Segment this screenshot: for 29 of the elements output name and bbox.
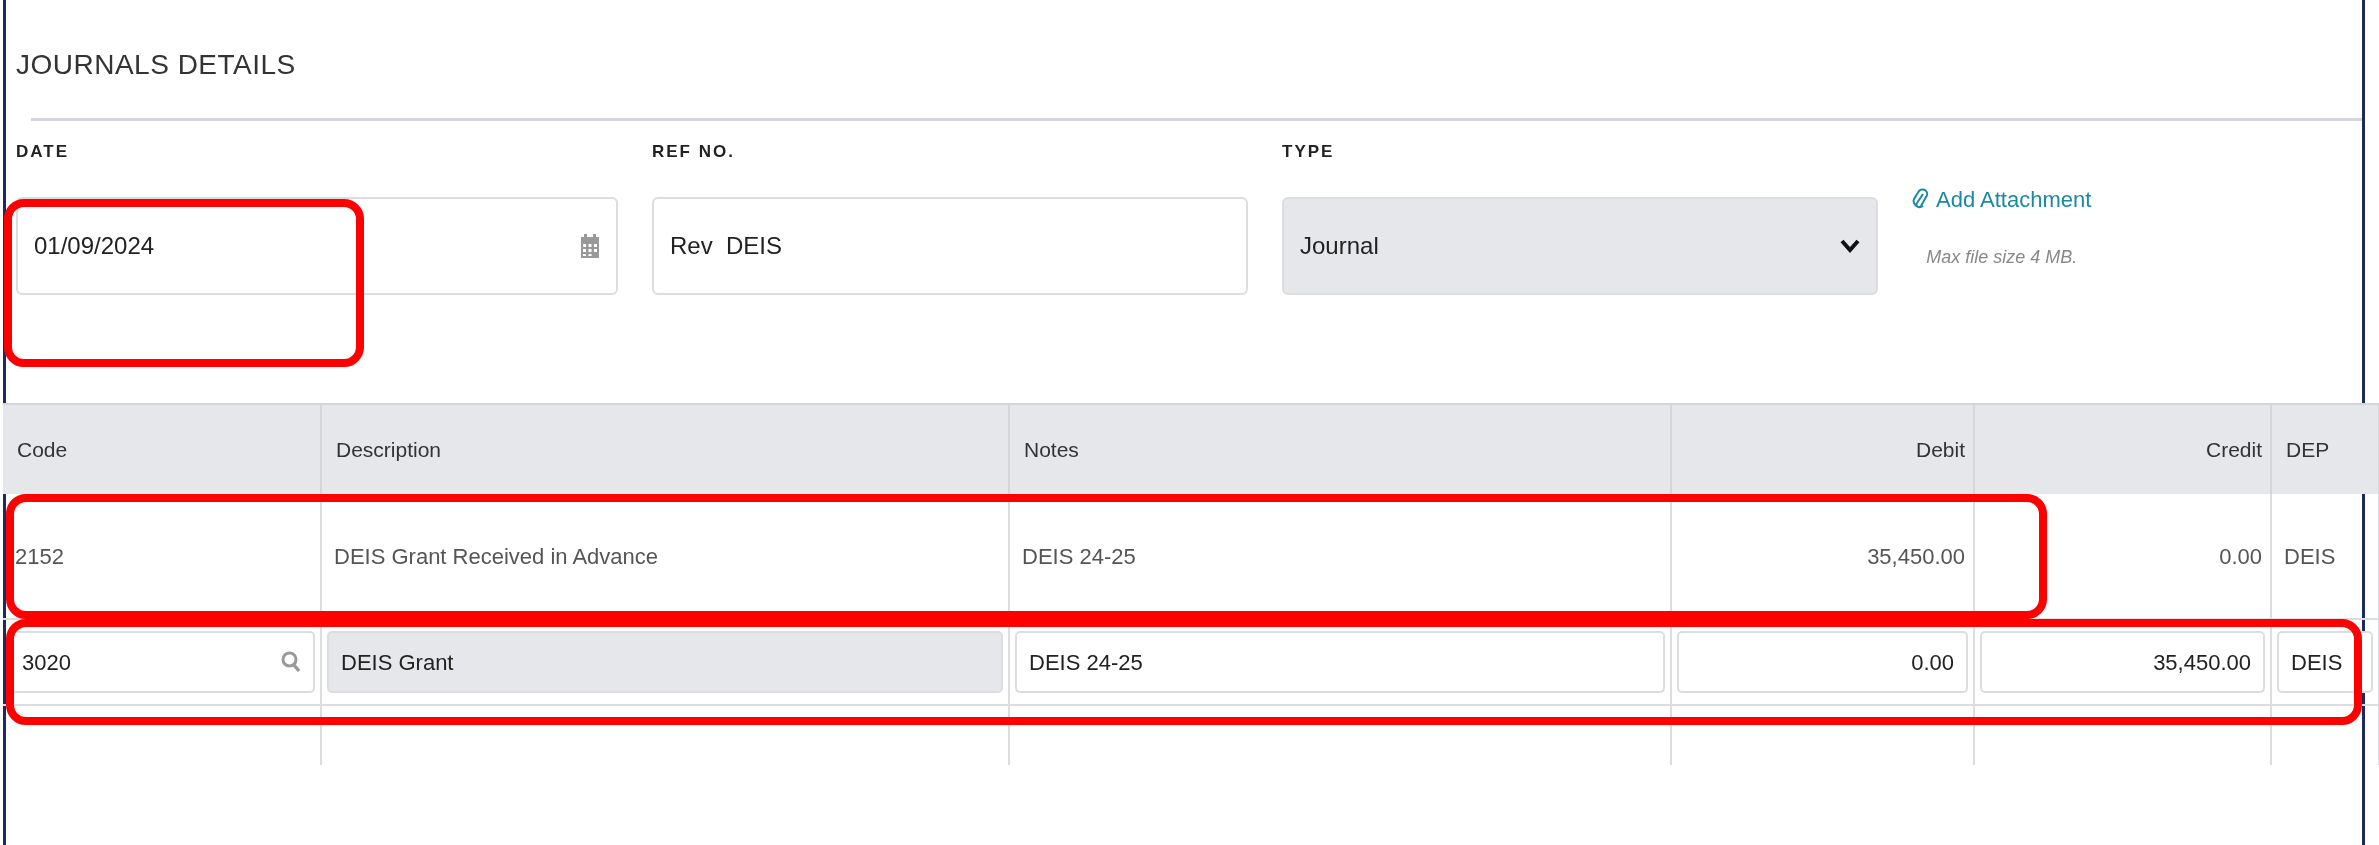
table-cell: DEIS bbox=[2271, 494, 2379, 619]
column-header: Description bbox=[321, 404, 1009, 494]
cell-input[interactable]: DEIS 24-25 bbox=[1015, 631, 1665, 693]
description-field: DEIS Grant bbox=[327, 631, 1003, 693]
search-icon[interactable] bbox=[281, 651, 301, 673]
table-cell: DEIS Grant Received in Advance bbox=[321, 494, 1009, 619]
table-cell: 0.00 bbox=[1974, 494, 2271, 619]
table-cell: DEIS 24-25 bbox=[1009, 494, 1671, 619]
ref-field[interactable]: Rev DEIS bbox=[652, 197, 1248, 295]
table-cell: 2152 bbox=[3, 494, 321, 619]
column-header: Code bbox=[3, 404, 321, 494]
cell-input[interactable]: 0.00 bbox=[1677, 631, 1968, 693]
column-header: DEP bbox=[2271, 404, 2379, 494]
chevron-down-icon bbox=[1840, 239, 1860, 253]
add-attachment-link[interactable]: Add Attachment bbox=[1912, 183, 2092, 216]
table-cell: 35,450.00 bbox=[1671, 494, 1974, 619]
type-select[interactable]: Journal bbox=[1282, 197, 1878, 295]
cell-input[interactable]: DEIS bbox=[2277, 631, 2373, 693]
cell-input[interactable]: 35,450.00 bbox=[1980, 631, 2265, 693]
column-header: Debit bbox=[1671, 404, 1974, 494]
column-header: Notes bbox=[1009, 404, 1671, 494]
column-header: Credit bbox=[1974, 404, 2271, 494]
section-title: JOURNALS DETAILS bbox=[15, 48, 297, 80]
field-label: DATE bbox=[16, 141, 70, 163]
file-size-hint: Max file size 4 MB. bbox=[1926, 246, 2078, 269]
date-field[interactable]: 01/09/2024 bbox=[16, 197, 618, 295]
field-label: TYPE bbox=[1282, 141, 1336, 163]
calendar-icon[interactable] bbox=[580, 233, 600, 259]
field-label: REF NO. bbox=[652, 141, 736, 163]
